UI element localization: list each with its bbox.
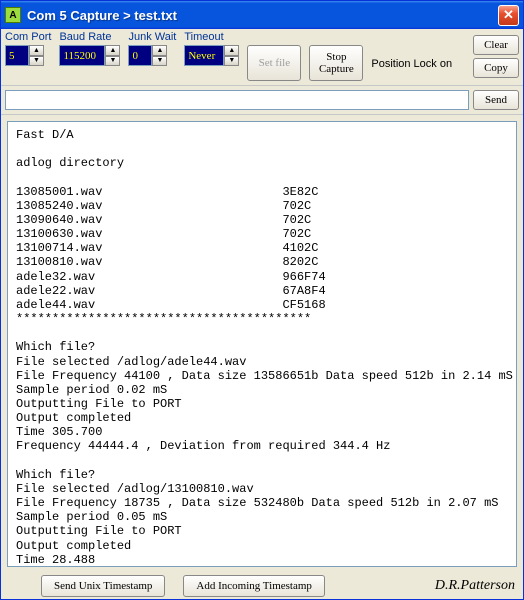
baud-rate-group: Baud Rate ▲ ▼ bbox=[59, 31, 120, 66]
junk-wait-label: Junk Wait bbox=[128, 31, 176, 43]
baud-rate-spinner[interactable]: ▲ ▼ bbox=[59, 45, 120, 66]
com-port-spinner[interactable]: ▲ ▼ bbox=[5, 45, 51, 66]
baud-rate-label: Baud Rate bbox=[59, 31, 120, 43]
toolbar: Com Port ▲ ▼ Baud Rate ▲ ▼ Junk Wait ▲ ▼ bbox=[1, 29, 523, 86]
command-input[interactable] bbox=[5, 90, 469, 110]
close-button[interactable]: ✕ bbox=[498, 5, 519, 26]
timeout-label: Timeout bbox=[184, 31, 239, 43]
app-icon: A bbox=[5, 7, 21, 23]
titlebar: A Com 5 Capture > test.txt ✕ bbox=[1, 1, 523, 29]
window-title: Com 5 Capture > test.txt bbox=[27, 8, 498, 23]
signature-text: D.R.Patterson bbox=[435, 578, 515, 594]
set-file-button: Set file bbox=[247, 45, 301, 81]
command-row: Send bbox=[1, 86, 523, 115]
spin-down-icon[interactable]: ▼ bbox=[29, 56, 44, 67]
spin-up-icon[interactable]: ▲ bbox=[152, 45, 167, 56]
spin-up-icon[interactable]: ▲ bbox=[105, 45, 120, 56]
spin-down-icon[interactable]: ▼ bbox=[105, 56, 120, 67]
spin-down-icon[interactable]: ▼ bbox=[152, 56, 167, 67]
timeout-input[interactable] bbox=[184, 45, 224, 66]
com-port-input[interactable] bbox=[5, 45, 29, 66]
clear-button[interactable]: Clear bbox=[473, 35, 519, 55]
spin-up-icon[interactable]: ▲ bbox=[29, 45, 44, 56]
close-icon: ✕ bbox=[503, 7, 514, 23]
junk-wait-input[interactable] bbox=[128, 45, 152, 66]
copy-button[interactable]: Copy bbox=[473, 58, 519, 78]
junk-wait-spinner[interactable]: ▲ ▼ bbox=[128, 45, 176, 66]
position-lock-label: Position Lock on bbox=[371, 42, 452, 70]
com-port-label: Com Port bbox=[5, 31, 51, 43]
terminal-output[interactable]: Fast D/A adlog directory 13085001.wav 3E… bbox=[7, 121, 517, 567]
spin-down-icon[interactable]: ▼ bbox=[224, 56, 239, 67]
com-port-group: Com Port ▲ ▼ bbox=[5, 31, 51, 66]
send-unix-timestamp-button[interactable]: Send Unix Timestamp bbox=[41, 575, 165, 597]
stop-capture-button[interactable]: Stop Capture bbox=[309, 45, 363, 81]
bottom-bar: Send Unix Timestamp Add Incoming Timesta… bbox=[1, 573, 523, 599]
timeout-group: Timeout ▲ ▼ bbox=[184, 31, 239, 66]
timeout-spinner[interactable]: ▲ ▼ bbox=[184, 45, 239, 66]
junk-wait-group: Junk Wait ▲ ▼ bbox=[128, 31, 176, 66]
spin-up-icon[interactable]: ▲ bbox=[224, 45, 239, 56]
baud-rate-input[interactable] bbox=[59, 45, 105, 66]
add-incoming-timestamp-button[interactable]: Add Incoming Timestamp bbox=[183, 575, 325, 597]
send-button[interactable]: Send bbox=[473, 90, 519, 110]
